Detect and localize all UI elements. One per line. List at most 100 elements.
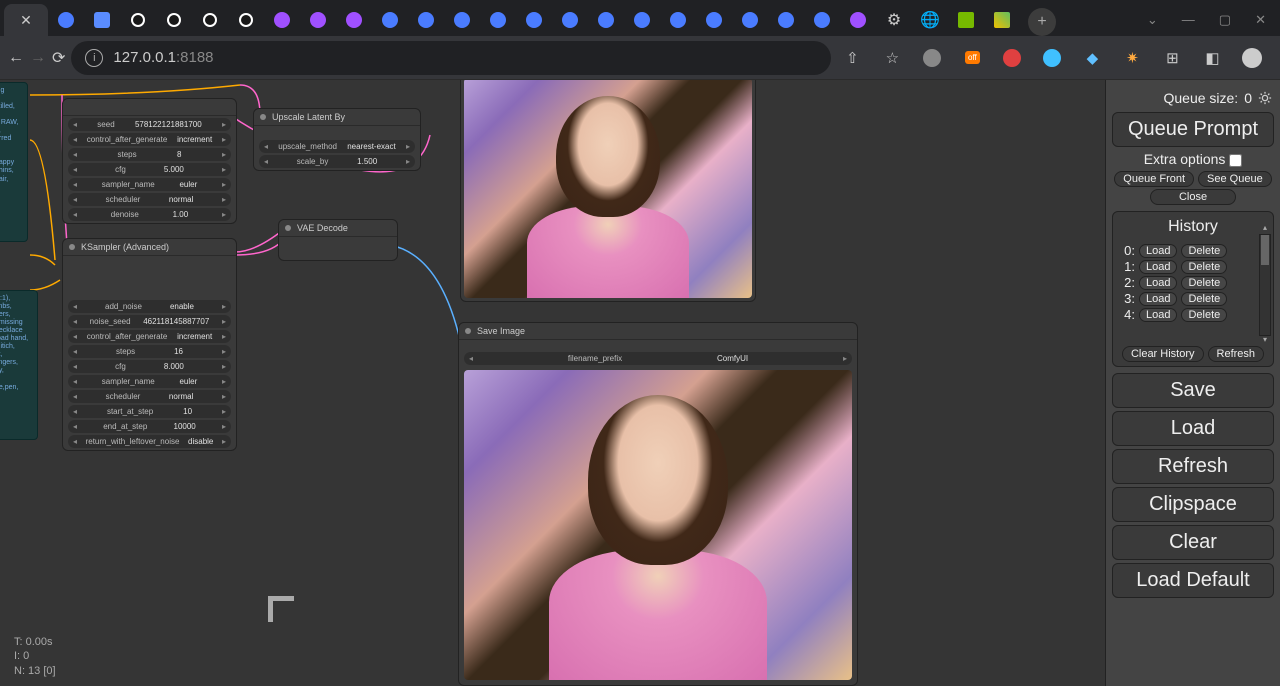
history-delete-button[interactable]: Delete — [1181, 308, 1227, 322]
save-image-node[interactable]: Save Image ◂filename_prefix ComfyUI▸ — [458, 322, 858, 686]
widget-start_at_step[interactable]: ◂start_at_step10▸ — [68, 405, 231, 418]
tab-7[interactable] — [264, 4, 300, 36]
history-load-button[interactable]: Load — [1139, 276, 1177, 290]
history-delete-button[interactable]: Delete — [1181, 276, 1227, 290]
tab-26[interactable] — [948, 4, 984, 36]
clipspace-button[interactable]: Clipspace — [1112, 487, 1274, 522]
filename-prefix-widget[interactable]: ◂filename_prefix ComfyUI▸ — [464, 352, 852, 365]
share-icon[interactable]: ⇧ — [837, 43, 867, 73]
tab-20[interactable] — [732, 4, 768, 36]
tab-1[interactable] — [48, 4, 84, 36]
tab-14[interactable] — [516, 4, 552, 36]
upscale-latent-node[interactable]: Upscale Latent By ◂upscale_methodnearest… — [253, 108, 421, 171]
widget-scale_by[interactable]: ◂scale_by1.500▸ — [259, 155, 415, 168]
tab-18[interactable] — [660, 4, 696, 36]
close-icon[interactable]: ✕ — [1255, 12, 1266, 28]
site-info-icon[interactable]: i — [85, 49, 103, 67]
tab-24[interactable]: ⚙ — [876, 4, 912, 36]
tab-21[interactable] — [768, 4, 804, 36]
widget-cfg[interactable]: ◂cfg8.000▸ — [68, 360, 231, 373]
widget-sampler_name[interactable]: ◂sampler_nameeuler▸ — [68, 178, 231, 191]
prompt-positive-node[interactable]: ing stilled, t, t, RAW, ft, urred d happ… — [0, 82, 28, 242]
tab-2[interactable] — [84, 4, 120, 36]
ksampler-advanced-node[interactable]: KSampler (Advanced) ◂add_noiseenable▸◂no… — [62, 238, 237, 451]
widget-denoise[interactable]: ◂denoise1.00▸ — [68, 208, 231, 221]
history-delete-button[interactable]: Delete — [1181, 244, 1227, 258]
tab-19[interactable] — [696, 4, 732, 36]
widget-add_noise[interactable]: ◂add_noiseenable▸ — [68, 300, 231, 313]
resize-handle-icon[interactable] — [268, 596, 294, 622]
tab-17[interactable] — [624, 4, 660, 36]
widget-steps[interactable]: ◂steps16▸ — [68, 345, 231, 358]
widget-end_at_step[interactable]: ◂end_at_step10000▸ — [68, 420, 231, 433]
ext-3-icon[interactable] — [997, 43, 1027, 73]
sidepanel-icon[interactable]: ◧ — [1197, 43, 1227, 73]
tab-active[interactable]: ✕ — [4, 4, 48, 36]
ksampler-node[interactable]: ◂seed578122121881700▸ ◂control_after_gene… — [62, 98, 237, 224]
refresh-button[interactable]: Refresh — [1112, 449, 1274, 484]
queue-front-button[interactable]: Queue Front — [1114, 171, 1194, 187]
tab-6[interactable] — [228, 4, 264, 36]
widget-noise_seed[interactable]: ◂noise_seed462118145887707▸ — [68, 315, 231, 328]
tab-23[interactable] — [840, 4, 876, 36]
scroll-up-icon[interactable]: ▴ — [1260, 223, 1270, 235]
close-button[interactable]: Close — [1150, 189, 1236, 205]
widget-control_after_generate[interactable]: ◂control_after_generateincrement▸ — [68, 133, 231, 146]
history-scrollbar[interactable]: ▴ ▾ — [1259, 234, 1271, 336]
widget-seed[interactable]: ◂seed578122121881700▸ — [68, 118, 231, 131]
extra-options-checkbox[interactable] — [1229, 154, 1242, 167]
tab-22[interactable] — [804, 4, 840, 36]
see-queue-button[interactable]: See Queue — [1198, 171, 1272, 187]
widget-upscale_method[interactable]: ◂upscale_methodnearest-exact▸ — [259, 140, 415, 153]
chevron-down-icon[interactable]: ⌄ — [1147, 12, 1158, 28]
gear-icon[interactable] — [1258, 91, 1272, 105]
save-button[interactable]: Save — [1112, 373, 1274, 408]
extensions-icon[interactable]: ⊞ — [1157, 43, 1187, 73]
forward-button[interactable]: → — [30, 42, 46, 74]
clear-button[interactable]: Clear — [1112, 525, 1274, 560]
new-tab-button[interactable]: + — [1028, 8, 1056, 36]
history-delete-button[interactable]: Delete — [1181, 292, 1227, 306]
queue-prompt-button[interactable]: Queue Prompt — [1112, 112, 1274, 147]
tab-13[interactable] — [480, 4, 516, 36]
tab-4[interactable] — [156, 4, 192, 36]
preview-image-node[interactable] — [460, 80, 756, 302]
prompt-negative-node[interactable]: D:1), imbs, ders, , missing necklace ,ba… — [0, 290, 38, 440]
tab-27[interactable] — [984, 4, 1020, 36]
scroll-down-icon[interactable]: ▾ — [1260, 335, 1270, 347]
widget-control_after_generate[interactable]: ◂control_after_generateincrement▸ — [68, 330, 231, 343]
load-default-button[interactable]: Load Default — [1112, 563, 1274, 598]
widget-scheduler[interactable]: ◂schedulernormal▸ — [68, 193, 231, 206]
ext-6-icon[interactable]: ✷ — [1117, 43, 1147, 73]
ext-1-icon[interactable] — [917, 43, 947, 73]
profile-icon[interactable] — [1237, 43, 1267, 73]
history-delete-button[interactable]: Delete — [1181, 260, 1227, 274]
widget-steps[interactable]: ◂steps8▸ — [68, 148, 231, 161]
minimize-icon[interactable]: — — [1182, 12, 1195, 28]
maximize-icon[interactable]: ▢ — [1219, 12, 1231, 28]
clear-history-button[interactable]: Clear History — [1122, 346, 1204, 362]
tab-9[interactable] — [336, 4, 372, 36]
history-load-button[interactable]: Load — [1139, 292, 1177, 306]
vae-decode-node[interactable]: VAE Decode — [278, 219, 398, 261]
widget-sampler_name[interactable]: ◂sampler_nameeuler▸ — [68, 375, 231, 388]
node-canvas[interactable]: ing stilled, t, t, RAW, ft, urred d happ… — [0, 80, 1090, 686]
bookmark-icon[interactable]: ☆ — [877, 43, 907, 73]
ext-2-icon[interactable]: off — [957, 43, 987, 73]
ext-5-icon[interactable]: ◆ — [1077, 43, 1107, 73]
ext-4-icon[interactable] — [1037, 43, 1067, 73]
scroll-thumb[interactable] — [1261, 235, 1269, 265]
refresh-history-button[interactable]: Refresh — [1208, 346, 1265, 362]
widget-cfg[interactable]: ◂cfg5.000▸ — [68, 163, 231, 176]
url-input[interactable]: i 127.0.0.1:8188 — [71, 41, 831, 75]
history-load-button[interactable]: Load — [1139, 244, 1177, 258]
history-load-button[interactable]: Load — [1139, 308, 1177, 322]
tab-15[interactable] — [552, 4, 588, 36]
tab-5[interactable] — [192, 4, 228, 36]
tab-16[interactable] — [588, 4, 624, 36]
load-button[interactable]: Load — [1112, 411, 1274, 446]
reload-button[interactable]: ⟳ — [52, 42, 65, 74]
tab-8[interactable] — [300, 4, 336, 36]
tab-10[interactable] — [372, 4, 408, 36]
history-load-button[interactable]: Load — [1139, 260, 1177, 274]
